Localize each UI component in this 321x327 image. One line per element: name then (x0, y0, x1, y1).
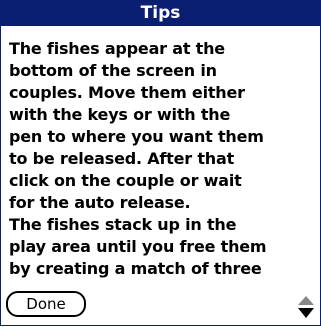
tips-line: with the keys or with the (9, 105, 231, 124)
tips-line: play area until you free them (9, 237, 267, 256)
scroll-up-icon (298, 296, 314, 305)
tips-dialog: Tips The fishes appear at the bottom of … (0, 0, 321, 326)
tips-line: pen to where you want them (9, 127, 264, 146)
tips-line: couples. Move them either (9, 83, 245, 102)
tips-line: to be released. After that (9, 149, 235, 168)
tips-line: click on the couple or wait (9, 171, 242, 190)
dialog-title: Tips (1, 0, 320, 26)
done-button[interactable]: Done (6, 291, 86, 317)
tips-line: for the auto release. (9, 193, 191, 212)
tips-text: The fishes appear at the bottom of the s… (9, 38, 314, 280)
tips-line: The fishes stack up in the (9, 215, 237, 234)
tips-line: by creating a match of three (9, 259, 262, 278)
scroll-arrows-icon[interactable] (297, 295, 315, 319)
tips-line: The fishes appear at the (9, 39, 225, 58)
scroll-down-icon (298, 308, 314, 318)
tips-line: bottom of the screen in (9, 61, 217, 80)
